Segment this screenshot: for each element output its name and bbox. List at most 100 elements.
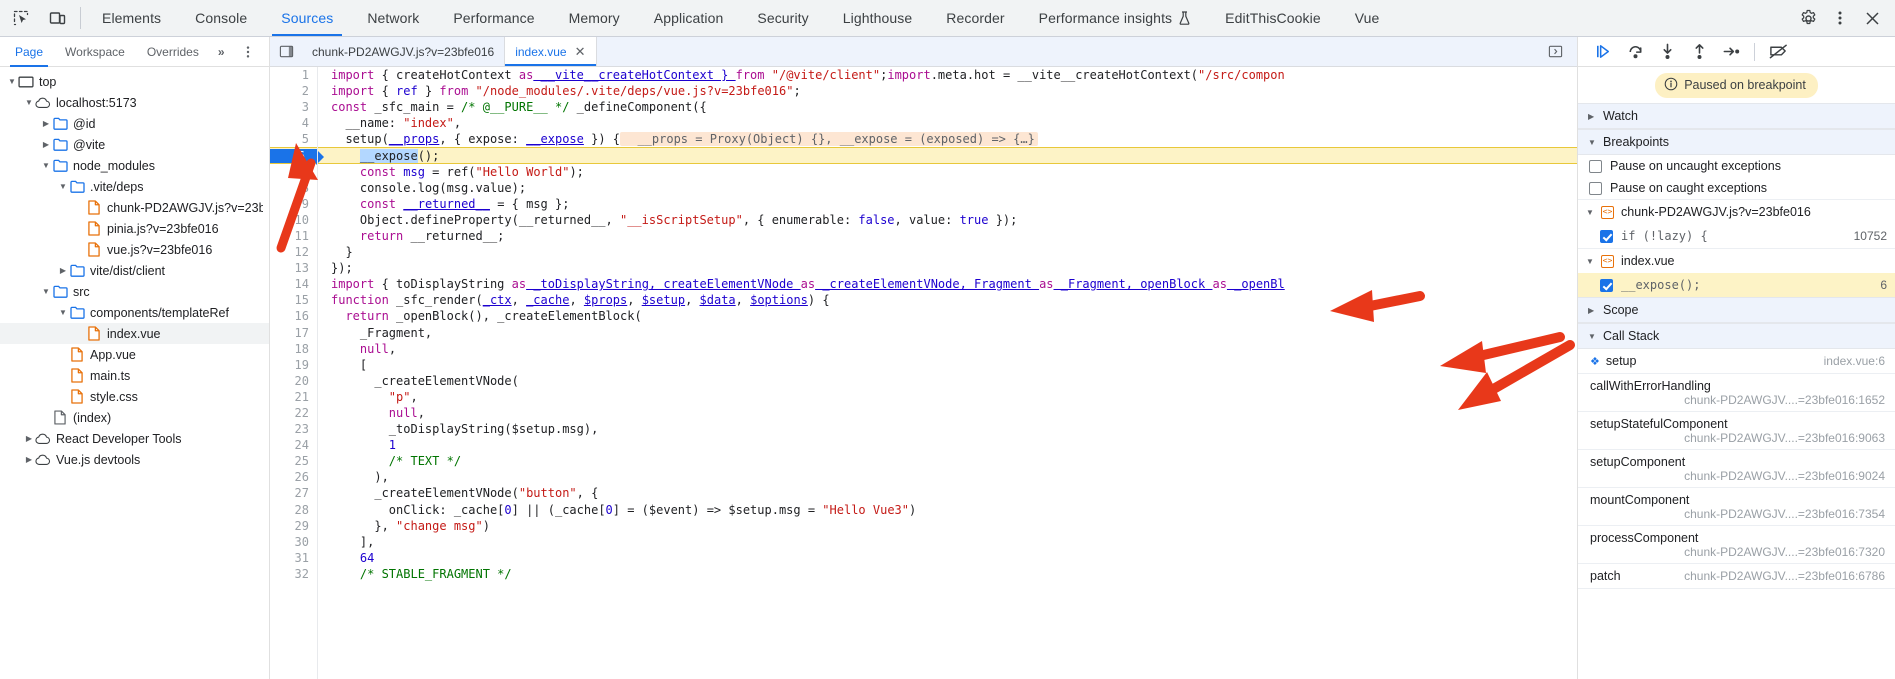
line-number[interactable]: 27 [270, 486, 317, 500]
tree-item-vue-js-v-23bfe016[interactable]: vue.js?v=23bfe016 [0, 239, 269, 260]
code-line[interactable]: 3const _sfc_main = /* @__PURE__ */ _defi… [270, 99, 1577, 115]
code-line[interactable]: 23 _toDisplayString($setup.msg), [270, 421, 1577, 437]
code-line[interactable]: 20 _createElementVNode( [270, 373, 1577, 389]
code-line[interactable]: 13}); [270, 260, 1577, 276]
line-number[interactable]: 24 [270, 438, 317, 452]
line-number[interactable]: 32 [270, 567, 317, 581]
editor-tab-chunk[interactable]: chunk-PD2AWGJV.js?v=23bfe016 [302, 37, 505, 66]
line-number[interactable]: 14 [270, 277, 317, 291]
line-number[interactable]: 7 [270, 165, 317, 179]
chevron-right-icon[interactable]: ▶ [40, 140, 52, 149]
resume-script-execution-button[interactable] [1588, 39, 1618, 65]
tree-item-top[interactable]: ▼top [0, 71, 269, 92]
breakpoint-enabled-checkbox[interactable] [1600, 279, 1613, 292]
source-code-editor[interactable]: 1import { createHotContext as __vite__cr… [270, 67, 1577, 679]
step-out-button[interactable] [1684, 39, 1714, 65]
pause-on-uncaught-exceptions-row[interactable]: Pause on uncaught exceptions [1578, 155, 1895, 177]
code-line[interactable]: 2import { ref } from "/node_modules/.vit… [270, 83, 1577, 99]
chevron-down-icon[interactable]: ▼ [40, 287, 52, 296]
breakpoint-entry-active[interactable]: __expose(); 6 [1578, 273, 1895, 297]
line-number[interactable]: 4 [270, 116, 317, 130]
line-number[interactable]: 21 [270, 390, 317, 404]
code-line[interactable]: 7 const msg = ref("Hello World"); [270, 164, 1577, 180]
line-number[interactable]: 20 [270, 374, 317, 388]
code-line[interactable]: 29 }, "change msg") [270, 518, 1577, 534]
line-number[interactable]: 23 [270, 422, 317, 436]
call-stack-section-header[interactable]: ▼ Call Stack [1578, 323, 1895, 349]
subtab-overrides[interactable]: Overrides [136, 37, 210, 67]
call-stack-list[interactable]: ❖setupindex.vue:6callWithErrorHandlingch… [1578, 349, 1895, 589]
line-number[interactable]: 28 [270, 503, 317, 517]
line-number[interactable]: 26 [270, 470, 317, 484]
code-line[interactable]: 25 /* TEXT */ [270, 453, 1577, 469]
editor-tab-index-vue[interactable]: index.vue ✕ [505, 37, 596, 66]
show-debugger-icon[interactable] [1539, 44, 1571, 59]
tree-item-localhost-5173[interactable]: ▼localhost:5173 [0, 92, 269, 113]
tree-item-pinia-js-v-23bfe016[interactable]: pinia.js?v=23bfe016 [0, 218, 269, 239]
deactivate-breakpoints-button[interactable] [1763, 39, 1793, 65]
tree-item-react-developer-tools[interactable]: ▶React Developer Tools [0, 428, 269, 449]
call-stack-frame-setupstatefulcomponent[interactable]: setupStatefulComponentchunk-PD2AWGJV....… [1578, 412, 1895, 450]
code-line[interactable]: 14import { toDisplayString as _toDisplay… [270, 276, 1577, 292]
code-line[interactable]: 21 "p", [270, 389, 1577, 405]
breakpoint-file-group[interactable]: ▼ <> index.vue [1578, 248, 1895, 273]
line-number[interactable]: 10 [270, 213, 317, 227]
code-line[interactable]: 16 return _openBlock(), _createElementBl… [270, 308, 1577, 324]
chevron-right-icon[interactable]: ▶ [23, 434, 35, 443]
scope-section-header[interactable]: ▶ Scope [1578, 297, 1895, 323]
tab-vue[interactable]: Vue [1338, 0, 1397, 36]
chevron-right-icon[interactable]: ▶ [23, 455, 35, 464]
code-line[interactable]: 31 64 [270, 550, 1577, 566]
tree-item-node-modules[interactable]: ▼node_modules [0, 155, 269, 176]
chevron-down-icon[interactable]: ▼ [23, 98, 35, 107]
chevron-down-icon[interactable]: ▼ [6, 77, 18, 86]
line-number[interactable]: 11 [270, 229, 317, 243]
tree-item-src[interactable]: ▼src [0, 281, 269, 302]
tab-application[interactable]: Application [637, 0, 741, 36]
tab-security[interactable]: Security [740, 0, 825, 36]
tree-item-id[interactable]: ▶@id [0, 113, 269, 134]
line-number[interactable]: 1 [270, 68, 317, 82]
line-number[interactable]: 5 [270, 132, 317, 146]
call-stack-frame-patch[interactable]: patchchunk-PD2AWGJV....=23bfe016:6786 [1578, 564, 1895, 589]
line-number[interactable]: 17 [270, 326, 317, 340]
line-number[interactable]: 16 [270, 309, 317, 323]
call-stack-frame-setup[interactable]: ❖setupindex.vue:6 [1578, 349, 1895, 374]
call-stack-frame-processcomponent[interactable]: processComponentchunk-PD2AWGJV....=23bfe… [1578, 526, 1895, 564]
inspect-element-icon[interactable] [8, 5, 34, 31]
tree-item-style-css[interactable]: style.css [0, 386, 269, 407]
tree-item-vite[interactable]: ▶@vite [0, 134, 269, 155]
line-number[interactable]: 2 [270, 84, 317, 98]
tab-sources[interactable]: Sources [264, 0, 350, 36]
line-number[interactable]: 19 [270, 358, 317, 372]
code-line[interactable]: 30 ], [270, 534, 1577, 550]
tree-item-vite-deps[interactable]: ▼.vite/deps [0, 176, 269, 197]
line-number[interactable]: 15 [270, 293, 317, 307]
code-line[interactable]: 27 _createElementVNode("button", { [270, 485, 1577, 501]
show-navigator-icon[interactable] [270, 37, 302, 66]
breakpoint-file-group[interactable]: ▼ <> chunk-PD2AWGJV.js?v=23bfe016 [1578, 199, 1895, 224]
chevron-down-icon[interactable]: ▼ [57, 308, 69, 317]
tree-item-components-templateref[interactable]: ▼components/templateRef [0, 302, 269, 323]
tab-lighthouse[interactable]: Lighthouse [826, 0, 930, 36]
tree-item-main-ts[interactable]: main.ts [0, 365, 269, 386]
tree-item-vue-js-devtools[interactable]: ▶Vue.js devtools [0, 449, 269, 470]
tree-item-index-vue[interactable]: index.vue [0, 323, 269, 344]
tab-network[interactable]: Network [350, 0, 436, 36]
code-line[interactable]: 9 const __returned__ = { msg }; [270, 196, 1577, 212]
tab-memory[interactable]: Memory [552, 0, 637, 36]
code-line-current[interactable]: 6 __expose(); [270, 147, 1577, 163]
step-over-button[interactable] [1620, 39, 1650, 65]
subtab-page[interactable]: Page [4, 37, 54, 67]
tree-item-app-vue[interactable]: App.vue [0, 344, 269, 365]
code-line[interactable]: 22 null, [270, 405, 1577, 421]
breakpoints-section-header[interactable]: ▼ Breakpoints [1578, 129, 1895, 155]
code-line[interactable]: 8 console.log(msg.value); [270, 180, 1577, 196]
pause-uncaught-checkbox[interactable] [1589, 160, 1602, 173]
code-line[interactable]: 17 _Fragment, [270, 325, 1577, 341]
tab-performance[interactable]: Performance [436, 0, 551, 36]
watch-section-header[interactable]: ▶ Watch [1578, 103, 1895, 129]
chevron-down-icon[interactable]: ▼ [40, 161, 52, 170]
line-number[interactable]: 8 [270, 181, 317, 195]
code-line[interactable]: 4 __name: "index", [270, 115, 1577, 131]
